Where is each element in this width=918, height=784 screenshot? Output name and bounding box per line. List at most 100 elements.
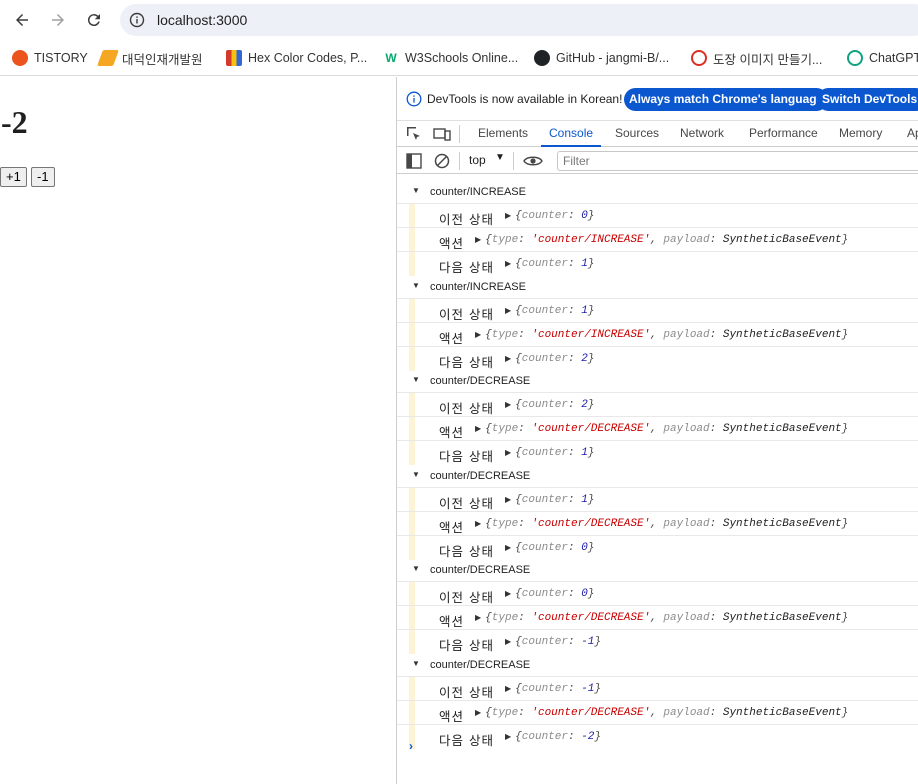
logged-object[interactable]: ▶ {type: 'counter/DECREASE', payload: Syn… xyxy=(475,423,848,435)
logged-object[interactable]: ▶ {counter: 1} xyxy=(505,494,594,506)
expanded-triangle-icon[interactable]: ▼ xyxy=(412,375,420,384)
console-group-header[interactable]: ▼ counter/INCREASE xyxy=(397,180,918,203)
back-button[interactable] xyxy=(10,8,34,32)
expand-arrow-icon[interactable]: ▶ xyxy=(505,590,511,599)
logged-object[interactable]: ▶ {type: 'counter/DECREASE', payload: Syn… xyxy=(475,612,848,624)
log-label: 이전 상태 xyxy=(439,212,494,227)
bookmark-stamp[interactable]: 도장 이미지 만들기... xyxy=(691,48,822,68)
decrement-button[interactable]: -1 xyxy=(31,167,55,187)
counter-value: -2 xyxy=(1,104,28,140)
logged-object[interactable]: ▶ {type: 'counter/INCREASE', payload: Syn… xyxy=(475,234,848,246)
tab-console[interactable]: Console xyxy=(541,121,602,147)
console-log-line-action: 액션 ▶ {type: 'counter/DECREASE', payload: S… xyxy=(397,699,918,725)
log-label: 다음 상태 xyxy=(439,543,494,559)
expand-arrow-icon[interactable]: ▶ xyxy=(475,236,481,245)
expand-arrow-icon[interactable]: ▶ xyxy=(505,496,511,505)
devtools-tabbar: Elements Console Sources Network Perform… xyxy=(397,121,918,147)
expanded-triangle-icon[interactable]: ▼ xyxy=(412,564,420,573)
bookmark-github[interactable]: GitHub - jangmi-B/... xyxy=(534,48,669,68)
log-label: 이전 상태 xyxy=(439,495,494,511)
logged-object[interactable]: ▶ {counter: -2} xyxy=(505,731,601,743)
tab-network[interactable]: Network xyxy=(680,121,724,147)
expand-arrow-icon[interactable]: ▶ xyxy=(505,307,511,316)
github-icon xyxy=(534,50,550,66)
expand-arrow-icon[interactable]: ▶ xyxy=(475,331,481,340)
console-group-header[interactable]: ▼ counter/DECREASE xyxy=(397,558,918,581)
logged-object[interactable]: ▶ {counter: 0} xyxy=(505,210,594,222)
logged-object[interactable]: ▶ {type: 'counter/INCREASE', payload: Syn… xyxy=(475,329,848,341)
logged-object[interactable]: ▶ {counter: 0} xyxy=(505,588,594,600)
logged-object[interactable]: ▶ {type: 'counter/DECREASE', payload: Syn… xyxy=(475,518,848,530)
expanded-triangle-icon[interactable]: ▼ xyxy=(412,281,420,290)
logged-object[interactable]: ▶ {counter: 2} xyxy=(505,399,594,411)
console-group-header[interactable]: ▼ counter/DECREASE xyxy=(397,369,918,392)
console-filter-input[interactable]: Filter xyxy=(557,151,918,171)
expanded-triangle-icon[interactable]: ▼ xyxy=(412,659,420,668)
group-indent-bar xyxy=(409,511,415,536)
console-group-label: counter/INCREASE xyxy=(430,280,526,293)
switch-devtools-language-button[interactable]: Switch DevTools to Korean xyxy=(817,88,918,111)
console-log-line-action: 액션 ▶ {type: 'counter/DECREASE', payload: S… xyxy=(397,416,918,441)
bookmark-chatgpt[interactable]: ChatGPT xyxy=(847,48,918,68)
tistory-icon xyxy=(12,50,28,66)
expand-arrow-icon[interactable]: ▶ xyxy=(505,638,511,647)
tab-memory[interactable]: Memory xyxy=(839,121,882,147)
expand-arrow-icon[interactable]: ▶ xyxy=(475,520,481,529)
console-group-header[interactable]: ▼ counter/DECREASE xyxy=(397,464,918,487)
device-toolbar-icon[interactable] xyxy=(433,125,451,143)
expand-arrow-icon[interactable]: ▶ xyxy=(505,212,511,221)
bookmark-w3schools[interactable]: W W3Schools Online... xyxy=(383,48,518,68)
expand-arrow-icon[interactable]: ▶ xyxy=(505,733,511,742)
increment-button[interactable]: +1 xyxy=(0,167,27,187)
live-expression-eye-icon[interactable] xyxy=(523,152,543,170)
console-log-line-action: 액션 ▶ {type: 'counter/INCREASE', payload: S… xyxy=(397,227,918,252)
always-match-language-button[interactable]: Always match Chrome's language xyxy=(624,88,829,111)
logged-object[interactable]: ▶ {counter: 0} xyxy=(505,542,594,554)
arrow-left-icon xyxy=(16,14,28,26)
logged-object[interactable]: ▶ {counter: 2} xyxy=(505,353,594,365)
expand-arrow-icon[interactable]: ▶ xyxy=(475,425,481,434)
expand-arrow-icon[interactable]: ▶ xyxy=(505,685,511,694)
expand-arrow-icon[interactable]: ▶ xyxy=(505,260,511,269)
reload-button[interactable] xyxy=(82,8,106,32)
sidebar-toggle-icon[interactable] xyxy=(405,152,423,170)
tab-elements[interactable]: Elements xyxy=(478,121,528,147)
tab-sources[interactable]: Sources xyxy=(615,121,659,147)
bookmark-ddit[interactable]: 대덕인재개발원 xyxy=(97,48,203,68)
expand-arrow-icon[interactable]: ▶ xyxy=(505,355,511,364)
logged-object[interactable]: ▶ {type: 'counter/DECREASE', payload: Syn… xyxy=(475,707,848,719)
bookmark-hex-color[interactable]: Hex Color Codes, P... xyxy=(226,48,367,68)
expand-arrow-icon[interactable]: ▶ xyxy=(475,709,481,718)
log-label: 이전 상태 xyxy=(439,684,494,700)
logged-object[interactable]: ▶ {counter: -1} xyxy=(505,683,601,695)
expand-arrow-icon[interactable]: ▶ xyxy=(475,614,481,623)
expanded-triangle-icon[interactable]: ▼ xyxy=(412,470,420,479)
console-group-header[interactable]: ▼ counter/DECREASE xyxy=(397,653,918,676)
tab-performance[interactable]: Performance xyxy=(749,121,818,147)
inspect-element-icon[interactable] xyxy=(405,125,423,143)
logged-object[interactable]: ▶ {counter: 1} xyxy=(505,447,594,459)
console-group-header[interactable]: ▼ counter/INCREASE xyxy=(397,275,918,298)
tab-application[interactable]: Application xyxy=(907,121,918,147)
log-label: 다음 상태 xyxy=(439,732,494,748)
group-indent-bar xyxy=(409,441,415,465)
address-bar[interactable]: localhost:3000 xyxy=(120,4,918,36)
forward-button[interactable] xyxy=(46,8,70,32)
console-log-line-action: 액션 ▶ {type: 'counter/INCREASE', payload: S… xyxy=(397,321,918,347)
logged-object[interactable]: ▶ {counter: 1} xyxy=(505,305,594,317)
expand-arrow-icon[interactable]: ▶ xyxy=(505,449,511,458)
expanded-triangle-icon[interactable]: ▼ xyxy=(412,186,420,195)
expand-arrow-icon[interactable]: ▶ xyxy=(505,401,511,410)
group-indent-bar xyxy=(409,582,415,606)
logged-object[interactable]: ▶ {counter: 1} xyxy=(505,258,594,270)
chevron-down-icon[interactable]: ▼ xyxy=(495,152,505,163)
bookmark-tistory[interactable]: TISTORY xyxy=(12,48,88,68)
console-prompt-icon[interactable]: › xyxy=(409,739,419,753)
logged-object[interactable]: ▶ {counter: -1} xyxy=(505,636,601,648)
site-info-icon[interactable] xyxy=(129,12,145,28)
context-selector[interactable]: top xyxy=(469,153,486,167)
expand-arrow-icon[interactable]: ▶ xyxy=(505,544,511,553)
group-indent-bar xyxy=(409,606,415,630)
clear-console-icon[interactable] xyxy=(433,152,451,170)
arrow-right-icon xyxy=(52,14,64,26)
